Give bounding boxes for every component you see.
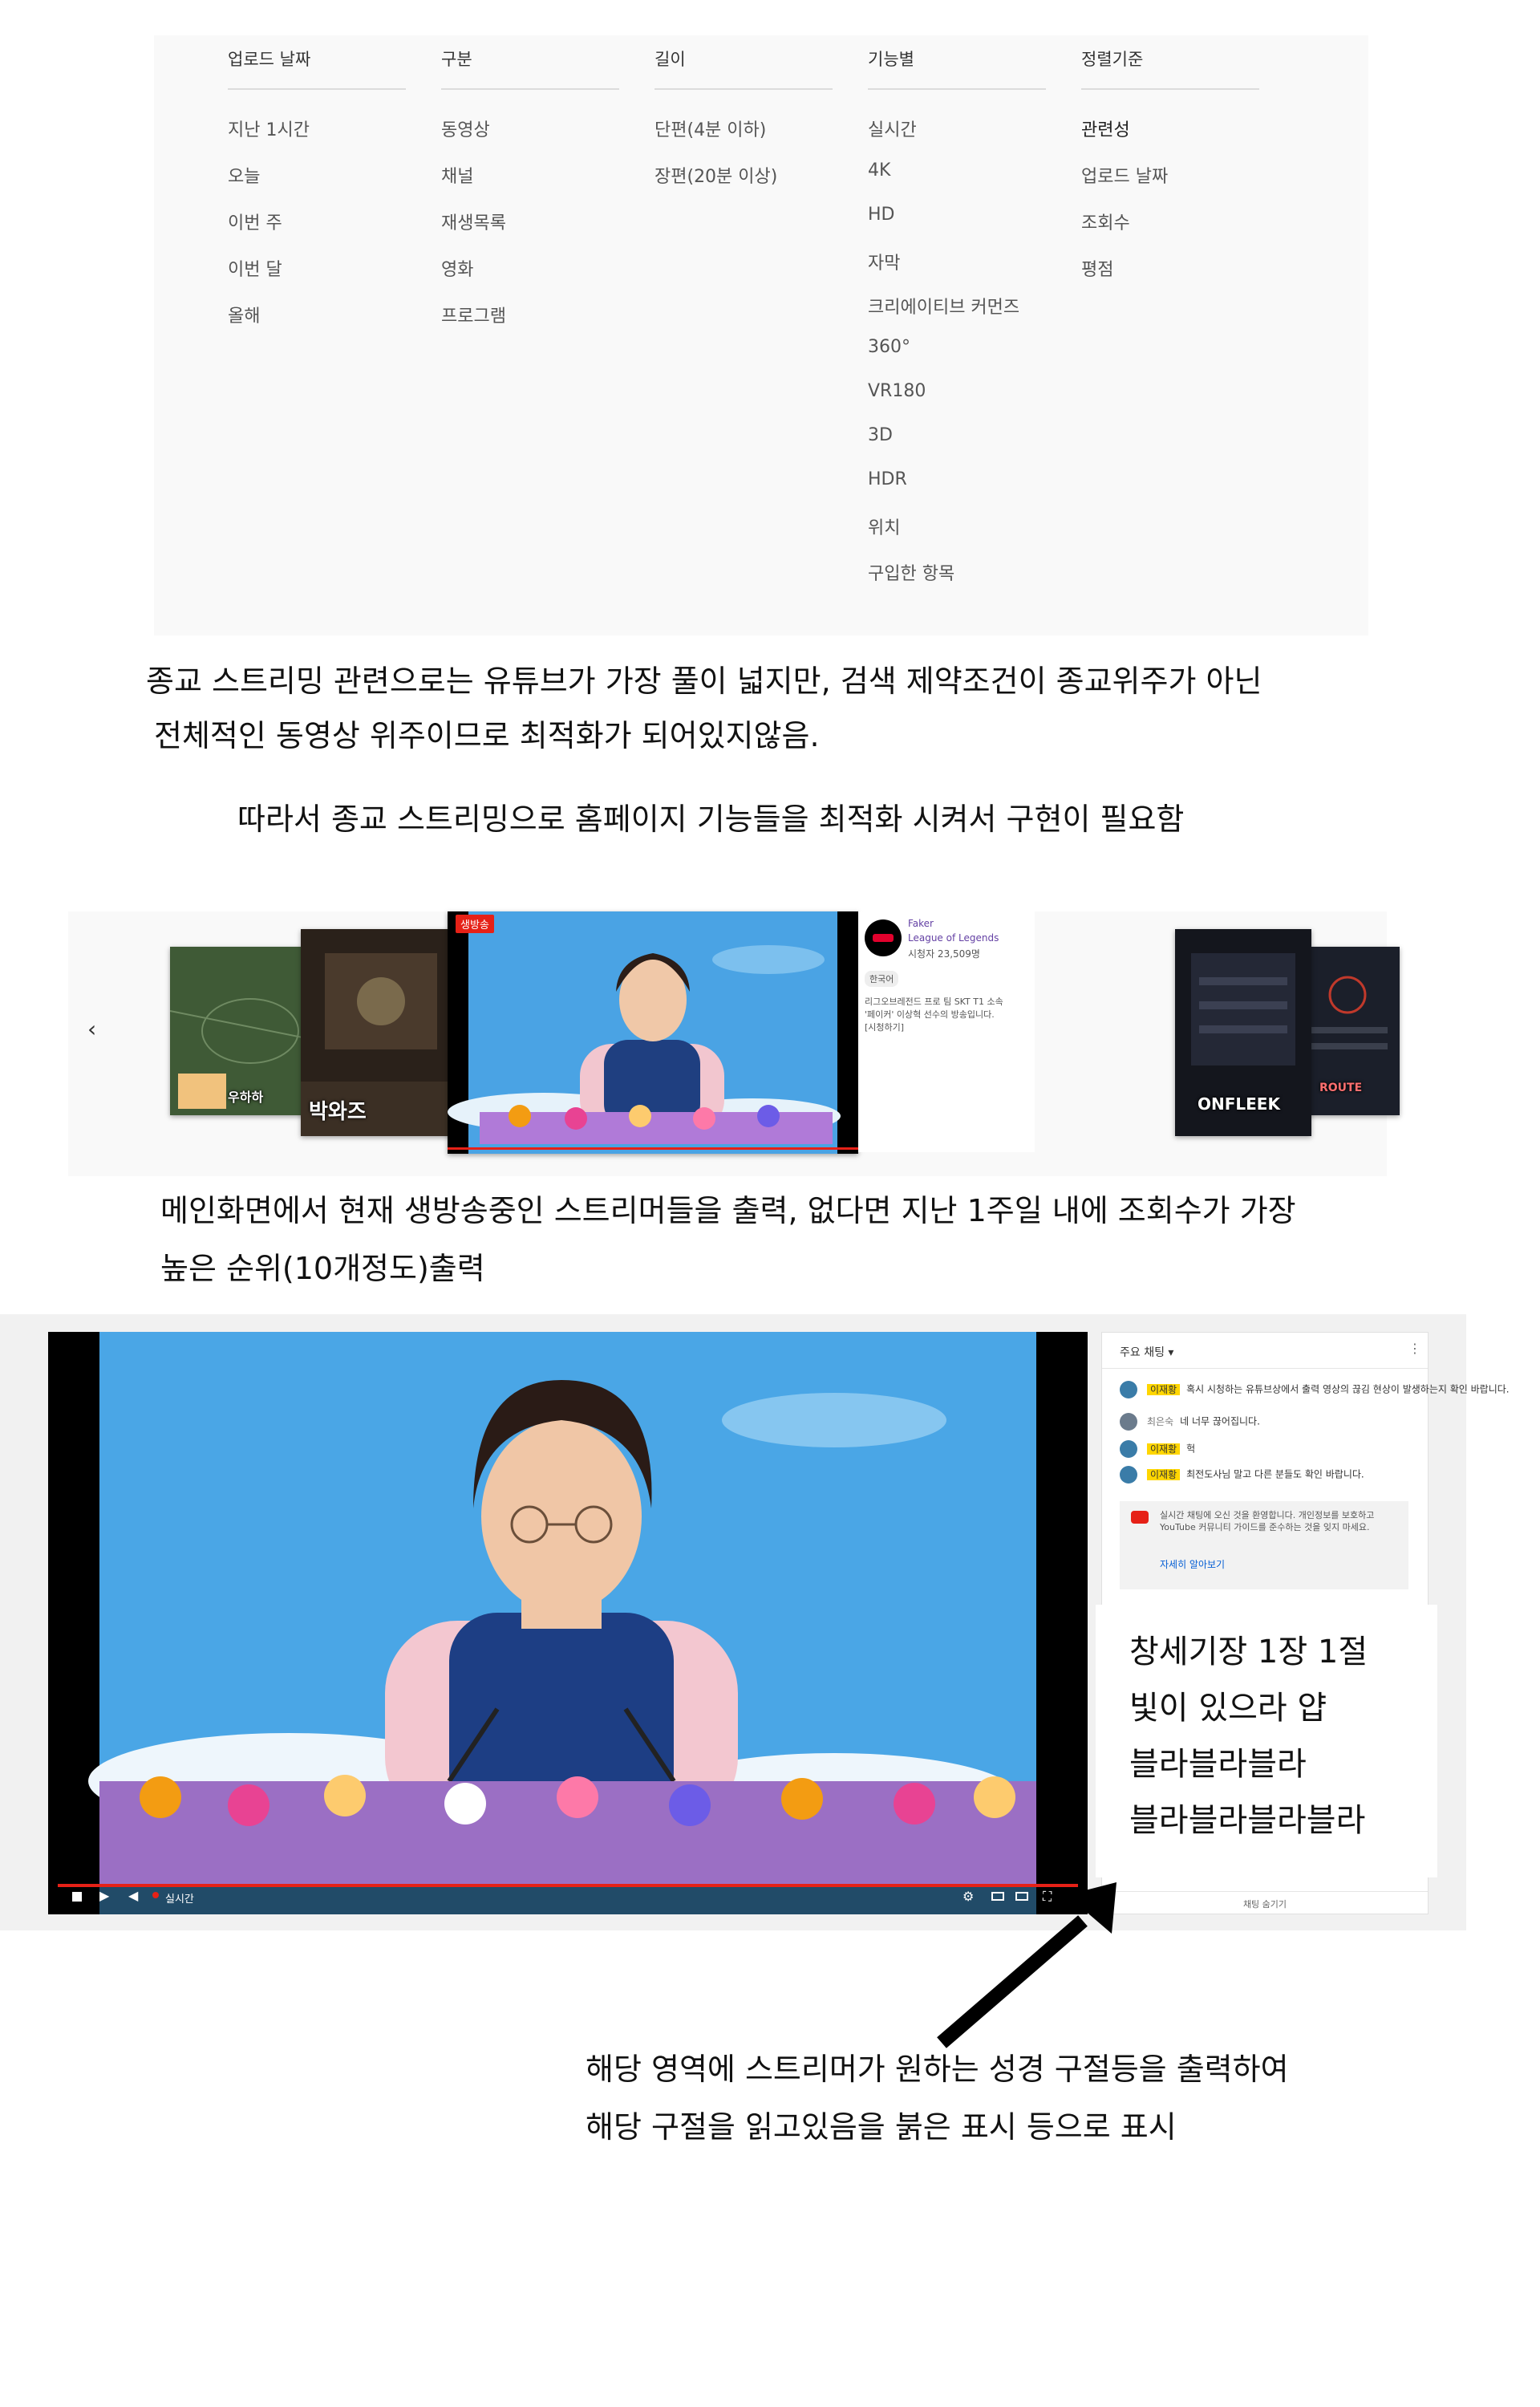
live-carousel: ‹ › 우하하 박와즈 ROUTE [68,911,1400,1176]
filter-item[interactable]: 재생목록 [441,209,506,234]
card-label: 박와즈 [309,1100,367,1124]
filter-item[interactable]: 위치 [868,513,900,539]
youtube-icon [1131,1511,1149,1524]
caption-text: 메인화면에서 현재 생방송중인 스트리머들을 출력, 없다면 지난 1주일 내에… [160,1193,1296,1228]
verse-line: 창세기장 1장 1절 [1129,1634,1368,1670]
verse-line: 빛이 있으라 얍 [1129,1690,1327,1727]
chat-text: 혹시 시청하는 유튜브상에서 출력 영상의 끊김 현상이 발생하는지 확인 바랍… [1186,1383,1510,1395]
filter-item[interactable]: 장편(20분 이상) [654,162,777,188]
live-dot-icon [152,1892,159,1898]
filter-item[interactable]: VR180 [868,381,926,401]
card-label: ONFLEEK [1198,1094,1280,1114]
caption-text: 해당 구절을 읽고있음을 붉은 표시 등으로 표시 [586,2109,1177,2145]
filter-item[interactable]: 채널 [441,162,473,188]
chat-text: 네 너무 끊어집니다. [1180,1415,1260,1427]
chat-notice: 실시간 채팅에 오신 것을 환영합니다. 개인정보를 보호하고 YouTube … [1120,1501,1408,1589]
annotation-arrow [937,1882,1116,2048]
streamer-avatar [865,919,902,956]
avatar [1120,1440,1137,1458]
filter-item[interactable]: 구입한 항목 [868,559,954,585]
verse-line: 블라블라블라블라 [1129,1802,1366,1839]
more-options-icon[interactable]: ⋮ [1408,1341,1421,1356]
chat-author[interactable]: 이재황 [1147,1383,1181,1395]
filter-header: 구분 [441,43,619,90]
carousel-prev-button[interactable]: ‹ [87,1016,96,1042]
stop-icon[interactable] [72,1892,82,1902]
video-player[interactable]: ▶ ◀ 실시간 ⚙ ⛶ [48,1332,1088,1914]
avatar [1120,1413,1137,1431]
chat-author[interactable]: 이재황 [1147,1468,1181,1480]
filter-item[interactable]: 동영상 [441,116,490,141]
stream-description: '페이커' 이상혁 선수의 방송입니다. [865,1009,995,1020]
live-badge: 생방송 [456,915,494,933]
filter-item[interactable]: 오늘 [228,162,260,188]
filter-item[interactable]: 크리에이티브 커먼즈 [868,293,1019,319]
live-label: 실시간 [165,1894,194,1906]
chat-author[interactable]: 이재황 [1147,1443,1181,1455]
hide-chat-button[interactable]: 채팅 숨기기 [1102,1898,1428,1910]
chat-mode-dropdown[interactable]: 주요 채팅 ▾ [1120,1344,1173,1360]
chat-author[interactable]: 최은숙 [1147,1416,1173,1427]
chat-notice-text: 실시간 채팅에 오신 것을 환영합니다. 개인정보를 보호하고 YouTube … [1160,1510,1375,1532]
next-icon[interactable]: ▶ [99,1888,109,1903]
filter-item[interactable]: 업로드 날짜 [1081,162,1168,188]
bible-verse-box: 창세기장 1장 1절 빛이 있으라 얍 블라블라블라 블라블라블라블라 [1096,1605,1437,1877]
filter-header: 정렬기준 [1081,43,1259,90]
streamer-name[interactable]: Faker [908,918,934,929]
streamer-info-panel: Faker League of Legends 시청자 23,509명 한국어 … [858,911,1035,1152]
filter-header: 업로드 날짜 [228,43,406,90]
filter-item[interactable]: 평점 [1081,255,1113,281]
verse-line: 블라블라블라 [1129,1746,1307,1783]
filter-item[interactable]: 단편(4분 이하) [654,116,766,141]
viewer-count: 시청자 23,509명 [908,948,980,960]
filter-item[interactable]: 360° [868,337,910,357]
language-tag[interactable]: 한국어 [865,971,899,987]
watch-link[interactable]: [시청하기] [865,1021,904,1033]
caption-text: 해당 영역에 스트리머가 원하는 성경 구절등을 출력하여 [586,2052,1289,2087]
filter-item[interactable]: 실시간 [868,116,917,141]
caption-text: 종교 스트리밍 관련으로는 유튜브가 가장 풀이 넓지만, 검색 제약조건이 종… [146,664,1262,699]
filter-item[interactable]: 조회수 [1081,209,1130,234]
chat-message: 이재황 최전도사님 말고 다른 분들도 확인 바랍니다. [1120,1466,1364,1484]
streamer-game[interactable]: League of Legends [908,932,999,944]
carousel-card[interactable]: 박와즈 [301,929,461,1136]
filter-item[interactable]: 4K [868,160,890,181]
video-frame [48,1332,1088,1914]
filter-item[interactable]: 자막 [868,249,900,274]
volume-icon[interactable]: ◀ [128,1888,138,1903]
featured-thumbnail [448,911,858,1154]
chat-message: 최은숙 네 너무 끊어집니다. [1120,1413,1260,1431]
divider [1102,1891,1428,1892]
avatar [1120,1381,1137,1398]
filter-header: 기능별 [868,43,1046,90]
filter-item[interactable]: 올해 [228,302,260,327]
card-label: 우하하 [228,1090,264,1105]
filter-item[interactable]: 3D [868,425,893,445]
caption-text: 따라서 종교 스트리밍으로 홈페이지 기능들을 최적화 시켜서 구현이 필요함 [237,802,1185,837]
chat-message: 이재황 헉 [1120,1440,1195,1458]
chat-text: 헉 [1186,1443,1196,1455]
filter-item[interactable]: HDR [868,469,907,489]
carousel-card[interactable]: ONFLEEK [1175,929,1311,1136]
stream-description: 리그오브레전드 프로 팀 SKT T1 소속 [865,996,1003,1007]
avatar [1120,1466,1137,1484]
chat-text: 최전도사님 말고 다른 분들도 확인 바랍니다. [1186,1468,1364,1480]
card-label: ROUTE [1319,1082,1363,1094]
filter-item[interactable]: 관련성 [1081,116,1130,141]
learn-more-link[interactable]: 자세히 알아보기 [1160,1557,1225,1571]
filter-item[interactable]: 영화 [441,255,473,281]
filter-item[interactable]: HD [868,205,894,225]
caption-text: 전체적인 동영상 위주이므로 최적화가 되어있지않음. [154,718,820,753]
caption-text: 높은 순위(10개정도)출력 [160,1251,485,1286]
featured-live-video[interactable]: 생방송 [448,911,858,1154]
filter-header: 길이 [654,43,833,90]
filter-item[interactable]: 이번 달 [228,255,282,281]
divider [1102,1368,1428,1369]
chat-message: 이재황 혹시 시청하는 유튜브상에서 출력 영상의 끊김 현상이 발생하는지 확인… [1120,1381,1510,1398]
filter-item[interactable]: 지난 1시간 [228,116,310,141]
filter-item[interactable]: 이번 주 [228,209,282,234]
search-filter-panel: 업로드 날짜 지난 1시간 오늘 이번 주 이번 달 올해 구분 동영상 채널 … [154,35,1368,635]
filter-item[interactable]: 프로그램 [441,302,506,327]
